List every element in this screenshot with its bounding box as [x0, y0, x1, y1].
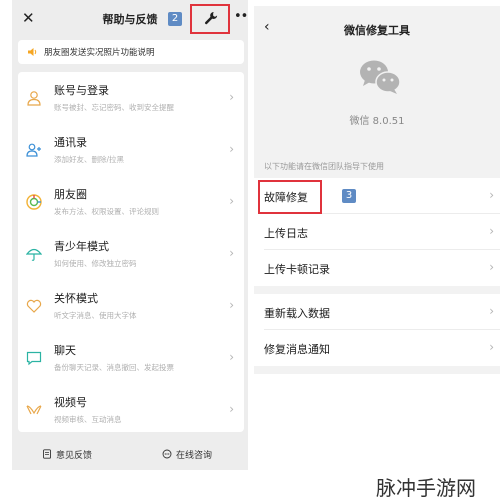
chevron-right-icon: › — [489, 340, 494, 354]
menu-subtitle: 听文字消息、使用大字体 — [54, 311, 137, 320]
chevron-right-icon: › — [489, 260, 494, 274]
chevron-right-icon: › — [229, 90, 234, 104]
section-hint: 以下功能请在微信团队指导下使用 — [264, 162, 384, 171]
version-label: 微信 8.0.51 — [349, 116, 405, 127]
menu-item-channels[interactable]: 视频号 视频审核、互动消息 › — [18, 384, 244, 436]
tool-row-upload-lag-record[interactable]: 上传卡顿记录 › — [254, 250, 500, 286]
moments-icon — [26, 194, 42, 210]
contacts-icon — [26, 143, 41, 157]
tool-label: 修复消息通知 — [264, 343, 330, 356]
tool-row-fault-repair[interactable]: 故障修复 › 3 — [254, 178, 500, 214]
right-page-title: 微信修复工具 — [344, 24, 410, 37]
wrench-button[interactable] — [190, 4, 230, 34]
menu-subtitle: 备份聊天记录、消息撤回、发起投票 — [54, 363, 174, 372]
left-bottom-bar: 意见反馈 在线咨询 — [12, 440, 248, 470]
chat-bubble-icon — [162, 449, 172, 459]
menu-title: 视频号 — [54, 396, 87, 409]
menu-subtitle: 如何使用、修改独立密码 — [54, 259, 137, 268]
chat-icon — [26, 351, 42, 366]
menu-item-contacts[interactable]: 通讯录 添加好友、删除/拉黑 › — [18, 124, 244, 176]
data-tools-list: 重新载入数据 › 修复消息通知 › — [254, 294, 500, 366]
tool-label: 上传日志 — [264, 227, 308, 240]
chevron-right-icon: › — [229, 298, 234, 312]
chevron-right-icon: › — [489, 224, 494, 238]
repair-tools-list: 故障修复 › 3 上传日志 › 上传卡顿记录 › — [254, 178, 500, 286]
left-header: ✕ 帮助与反馈 2 •• — [12, 0, 248, 38]
chevron-right-icon: › — [229, 142, 234, 156]
menu-item-account[interactable]: 账号与登录 账号被封、忘记密码、收到安全提醒 › — [18, 72, 244, 124]
menu-title: 关怀模式 — [54, 292, 98, 305]
online-consult-button[interactable]: 在线咨询 — [162, 448, 212, 461]
repair-tool-screen: ‹ 微信修复工具 微信 8.0.51 以下功能请在微信团队指导下使用 故障修复 … — [254, 6, 500, 374]
menu-title: 朋友圈 — [54, 188, 87, 201]
menu-item-moments[interactable]: 朋友圈 发布方法、权限设置、评论规则 › — [18, 176, 244, 228]
person-icon — [27, 91, 41, 106]
menu-title: 账号与登录 — [54, 84, 109, 97]
chevron-right-icon: › — [229, 194, 234, 208]
menu-title: 通讯录 — [54, 136, 87, 149]
more-icon[interactable]: •• — [234, 9, 248, 24]
tool-row-repair-notifications[interactable]: 修复消息通知 › — [254, 330, 500, 366]
channels-icon — [26, 405, 42, 415]
help-menu-list: 账号与登录 账号被封、忘记密码、收到安全提醒 › 通讯录 添加好友、删除/拉黑 … — [18, 72, 244, 432]
feedback-label: 意见反馈 — [56, 451, 93, 461]
tool-label: 上传卡顿记录 — [264, 263, 330, 276]
menu-title: 青少年模式 — [54, 240, 109, 253]
step-badge-2: 2 — [168, 12, 182, 26]
speaker-icon — [28, 48, 37, 56]
chevron-right-icon: › — [489, 188, 494, 202]
wrench-icon — [204, 12, 218, 25]
step-badge-3: 3 — [342, 189, 356, 203]
notice-text: 朋友圈发送实况照片功能说明 — [44, 48, 155, 58]
menu-item-teen-mode[interactable]: 青少年模式 如何使用、修改独立密码 › — [18, 228, 244, 280]
chevron-right-icon: › — [229, 246, 234, 260]
menu-item-chat[interactable]: 聊天 备份聊天记录、消息撤回、发起投票 › — [18, 332, 244, 384]
menu-item-care-mode[interactable]: 关怀模式 听文字消息、使用大字体 › — [18, 280, 244, 332]
chevron-right-icon: › — [229, 350, 234, 364]
wechat-logo-icon — [360, 60, 401, 94]
heart-icon — [26, 299, 42, 313]
site-watermark: 脉冲手游网 — [376, 476, 476, 500]
notice-banner[interactable]: 朋友圈发送实况照片功能说明 — [18, 40, 244, 64]
feedback-button[interactable]: 意见反馈 — [42, 448, 92, 461]
umbrella-icon — [26, 248, 42, 261]
menu-subtitle: 添加好友、删除/拉黑 — [54, 155, 125, 164]
document-icon — [43, 449, 51, 459]
menu-subtitle: 视频审核、互动消息 — [54, 415, 122, 424]
help-feedback-screen: ✕ 帮助与反馈 2 •• 朋友圈发送实况照片功能说明 账号与登录 账号被封、忘记… — [12, 0, 248, 470]
tool-row-reload-data[interactable]: 重新载入数据 › — [254, 294, 500, 330]
menu-subtitle: 账号被封、忘记密码、收到安全提醒 — [54, 103, 174, 112]
tool-label: 重新载入数据 — [264, 307, 330, 320]
highlight-box — [258, 180, 322, 214]
tool-row-upload-log[interactable]: 上传日志 › — [254, 214, 500, 250]
chevron-right-icon: › — [489, 304, 494, 318]
consult-label: 在线咨询 — [176, 451, 213, 461]
menu-title: 聊天 — [54, 344, 76, 357]
chevron-right-icon: › — [229, 402, 234, 416]
menu-subtitle: 发布方法、权限设置、评论规则 — [54, 207, 159, 216]
